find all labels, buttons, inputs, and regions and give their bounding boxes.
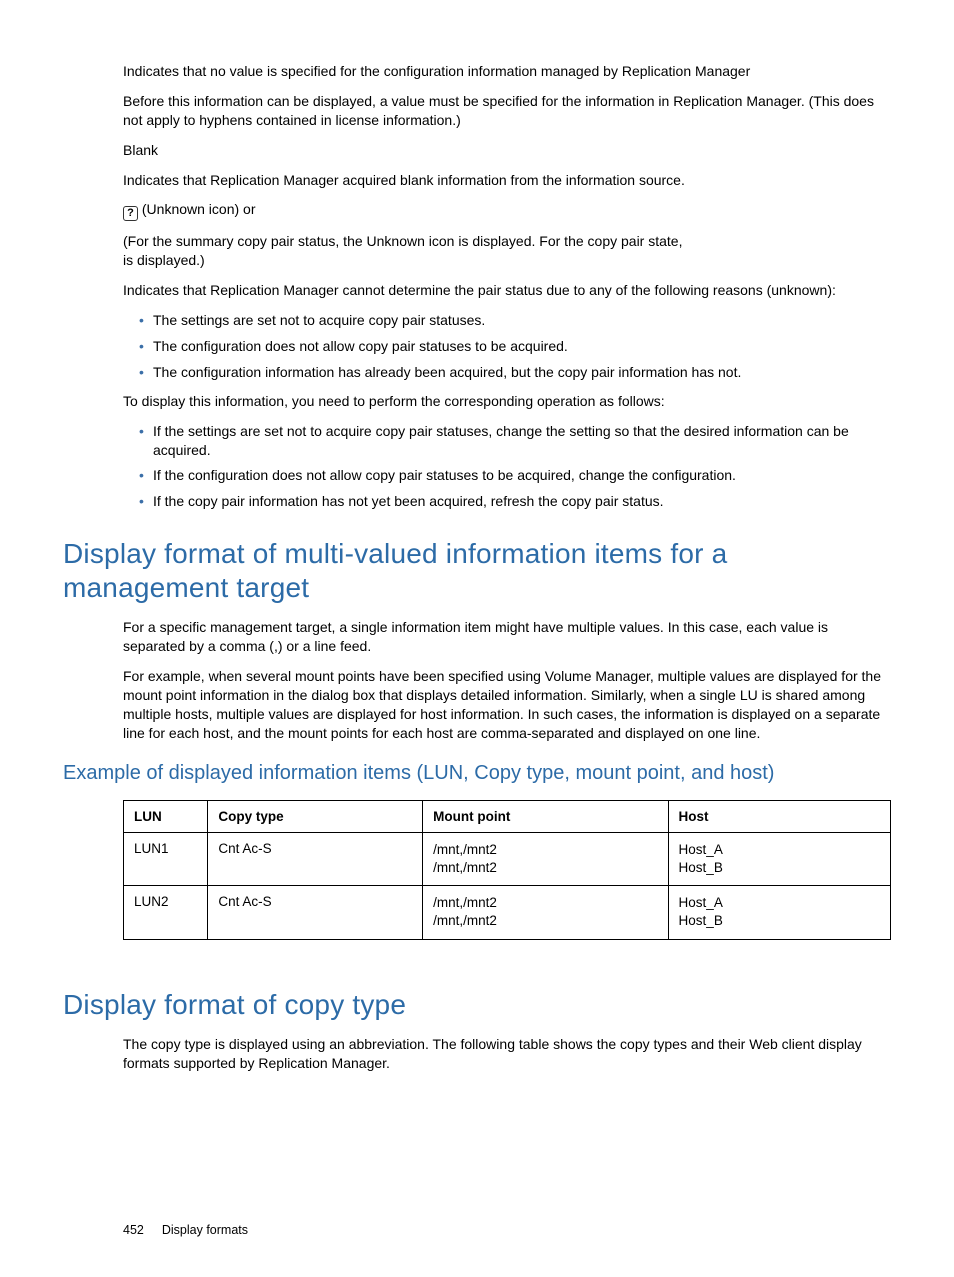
col-mount-point: Mount point bbox=[423, 800, 668, 832]
table-row: LUN1 Cnt Ac-S /mnt,/mnt2/mnt,/mnt2 Host_… bbox=[124, 832, 891, 885]
col-host: Host bbox=[668, 800, 890, 832]
heading-example: Example of displayed information items (… bbox=[63, 761, 891, 786]
paragraph: is displayed.) bbox=[123, 251, 891, 270]
cell-host: Host_AHost_B bbox=[668, 886, 890, 939]
cell-lun: LUN2 bbox=[124, 886, 208, 939]
paragraph: Indicates that no value is specified for… bbox=[123, 62, 891, 81]
col-copy-type: Copy type bbox=[208, 800, 423, 832]
paragraph: (For the summary copy pair status, the U… bbox=[123, 232, 891, 251]
cell-lun: LUN1 bbox=[124, 832, 208, 885]
cell-mount: /mnt,/mnt2/mnt,/mnt2 bbox=[423, 832, 668, 885]
paragraph: To display this information, you need to… bbox=[123, 392, 891, 411]
paragraph: For example, when several mount points h… bbox=[123, 667, 891, 743]
unknown-icon-line: ? (Unknown icon) or bbox=[123, 200, 891, 221]
question-icon: ? bbox=[123, 206, 138, 221]
heading-multi-valued: Display format of multi-valued informati… bbox=[63, 537, 891, 604]
bullet-list: If the settings are set not to acquire c… bbox=[123, 422, 891, 512]
example-table: LUN Copy type Mount point Host LUN1 Cnt … bbox=[123, 800, 891, 940]
paragraph: Before this information can be displayed… bbox=[123, 92, 891, 130]
cell-host: Host_AHost_B bbox=[668, 832, 890, 885]
paragraph: The copy type is displayed using an abbr… bbox=[123, 1035, 891, 1073]
bullet-list: The settings are set not to acquire copy… bbox=[123, 311, 891, 382]
cell-copy: Cnt Ac-S bbox=[208, 886, 423, 939]
paragraph: Indicates that Replication Manager acqui… bbox=[123, 171, 891, 190]
icon-suffix-text: (Unknown icon) or bbox=[138, 201, 256, 217]
cell-mount: /mnt,/mnt2/mnt,/mnt2 bbox=[423, 886, 668, 939]
paragraph: For a specific management target, a sing… bbox=[123, 618, 891, 656]
paragraph: Indicates that Replication Manager canno… bbox=[123, 281, 891, 300]
table-header-row: LUN Copy type Mount point Host bbox=[124, 800, 891, 832]
cell-copy: Cnt Ac-S bbox=[208, 832, 423, 885]
list-item: If the copy pair information has not yet… bbox=[139, 492, 891, 511]
list-item: If the settings are set not to acquire c… bbox=[139, 422, 891, 460]
list-item: The settings are set not to acquire copy… bbox=[139, 311, 891, 330]
heading-copy-type: Display format of copy type bbox=[63, 988, 891, 1022]
list-item: The configuration information has alread… bbox=[139, 363, 891, 382]
table-row: LUN2 Cnt Ac-S /mnt,/mnt2/mnt,/mnt2 Host_… bbox=[124, 886, 891, 939]
paragraph: Blank bbox=[123, 141, 891, 160]
col-lun: LUN bbox=[124, 800, 208, 832]
list-item: The configuration does not allow copy pa… bbox=[139, 337, 891, 356]
list-item: If the configuration does not allow copy… bbox=[139, 466, 891, 485]
